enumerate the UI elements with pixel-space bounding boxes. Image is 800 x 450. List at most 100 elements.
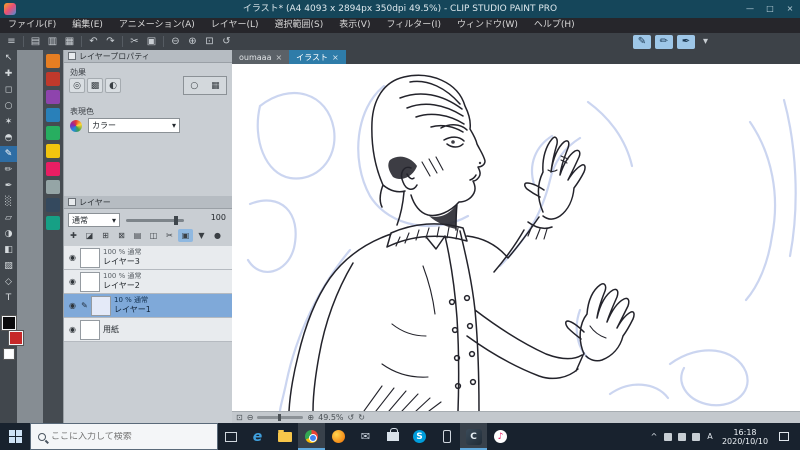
tool-operation-icon[interactable]: ↖ — [0, 50, 17, 66]
snap-button-3[interactable]: ✒ — [677, 34, 695, 49]
open-button[interactable]: ▥ — [44, 33, 61, 50]
effect-border-button[interactable]: ◎ — [69, 78, 85, 93]
visibility-toggle-icon[interactable]: ◉ — [66, 325, 79, 334]
menu-item-help[interactable]: ヘルプ(H) — [526, 18, 583, 33]
layer-row[interactable]: ◉ 100 % 通常 レイヤー3 — [64, 246, 232, 270]
opacity-slider-handle[interactable] — [173, 216, 178, 225]
layer-row-selected[interactable]: ◉ ✎ 10 % 通常 レイヤー1 — [64, 294, 232, 318]
effect-layer-color-button[interactable]: ◐ — [105, 78, 121, 93]
tool-gradient-icon[interactable]: ▨ — [0, 258, 17, 274]
dock-icon-10[interactable] — [46, 216, 60, 230]
layer-cmd-7[interactable]: ✂ — [162, 229, 177, 242]
dock-icon-2[interactable] — [46, 72, 60, 86]
snap-button-1[interactable]: ✎ — [633, 34, 651, 49]
rotate-right-button[interactable]: ↻ — [358, 412, 365, 424]
tool-text-icon[interactable]: T — [0, 290, 17, 306]
save-button[interactable]: ▦ — [61, 33, 78, 50]
layer-row-paper[interactable]: ◉ 用紙 — [64, 318, 232, 342]
undo-button[interactable]: ↶ — [85, 33, 102, 50]
task-view-button[interactable] — [218, 423, 244, 450]
tool-pencil-icon[interactable]: ✏ — [0, 162, 17, 178]
toolbar-overflow-button[interactable]: ▾ — [697, 33, 714, 50]
zoom-out-button[interactable]: ⊖ — [167, 33, 184, 50]
taskbar-icon-music[interactable]: ♪ — [487, 423, 514, 450]
tab-close-icon[interactable]: × — [332, 53, 339, 62]
tool-move-icon[interactable]: ✚ — [0, 66, 17, 82]
taskbar-search[interactable] — [30, 423, 218, 450]
layer-cmd-5[interactable]: ▤ — [130, 229, 145, 242]
menu-item-selection[interactable]: 選択範囲(S) — [267, 18, 332, 33]
tool-fill-icon[interactable]: ◧ — [0, 242, 17, 258]
visibility-toggle-icon[interactable]: ◉ — [66, 277, 79, 286]
menu-item-layer[interactable]: レイヤー(L) — [203, 18, 267, 33]
canvas-page[interactable] — [232, 64, 800, 411]
effect-tone-button[interactable]: ▩ — [87, 78, 103, 93]
dock-icon-4[interactable] — [46, 108, 60, 122]
new-button[interactable]: ▤ — [27, 33, 44, 50]
menu-item-edit[interactable]: 編集(E) — [64, 18, 111, 33]
blend-mode-select[interactable]: 通常 ▾ — [68, 213, 120, 227]
zoom-slider-handle[interactable] — [278, 414, 282, 421]
dock-icon-1[interactable] — [46, 54, 60, 68]
main-menu-button[interactable]: ≡ — [3, 33, 20, 50]
dock-icon-6[interactable] — [46, 144, 60, 158]
layer-cmd-3[interactable]: ⊞ — [98, 229, 113, 242]
rotate-left-button[interactable]: ↺ — [348, 412, 355, 424]
main-color-swatch[interactable] — [2, 316, 16, 330]
menu-item-filter[interactable]: フィルター(I) — [378, 18, 449, 33]
menu-item-window[interactable]: ウィンドウ(W) — [449, 18, 526, 33]
redo-button[interactable]: ↷ — [102, 33, 119, 50]
dock-icon-9[interactable] — [46, 198, 60, 212]
dock-icon-5[interactable] — [46, 126, 60, 140]
dock-icon-8[interactable] — [46, 180, 60, 194]
volume-icon[interactable] — [678, 432, 686, 441]
visibility-toggle-icon[interactable]: ◉ — [66, 301, 79, 310]
layer-cmd-6[interactable]: ◫ — [146, 229, 161, 242]
start-button[interactable] — [0, 423, 30, 450]
tool-blend-icon[interactable]: ◑ — [0, 226, 17, 242]
menu-item-file[interactable]: ファイル(F) — [0, 18, 64, 33]
taskbar-icon-chrome[interactable] — [298, 423, 325, 450]
canvas-tab-2[interactable]: イラスト × — [289, 50, 346, 64]
network-icon[interactable] — [664, 432, 672, 441]
tool-marquee-icon[interactable]: ◻ — [0, 82, 17, 98]
canvas-tab-1[interactable]: oumaaa × — [232, 50, 290, 64]
dock-icon-3[interactable] — [46, 90, 60, 104]
expression-color-select[interactable]: カラー ▾ — [88, 118, 180, 133]
taskbar-icon-skype[interactable]: S — [406, 423, 433, 450]
maximize-button[interactable]: □ — [760, 0, 780, 18]
layer-row[interactable]: ◉ 100 % 通常 レイヤー2 — [64, 270, 232, 294]
snap-button-2[interactable]: ✏ — [655, 34, 673, 49]
tool-lasso-icon[interactable]: ○ — [0, 98, 17, 114]
taskbar-icon-phone[interactable] — [433, 423, 460, 450]
zoom-slider[interactable] — [257, 414, 304, 421]
battery-icon[interactable] — [692, 432, 700, 441]
tab-close-icon[interactable]: × — [275, 53, 282, 62]
tray-expand-button[interactable]: ^ — [647, 432, 661, 441]
tool-eyedropper-icon[interactable]: ◓ — [0, 130, 17, 146]
action-center-button[interactable] — [773, 432, 795, 441]
layer-cmd-9[interactable]: ▼ — [194, 229, 209, 242]
taskbar-icon-edge[interactable]: e — [244, 423, 271, 450]
close-button[interactable]: × — [780, 0, 800, 18]
taskbar-icon-explorer[interactable] — [271, 423, 298, 450]
tool-pen-icon[interactable]: ✎ — [0, 146, 17, 162]
zoom-in-button[interactable]: ⊕ — [184, 33, 201, 50]
taskbar-icon-store[interactable] — [379, 423, 406, 450]
transparent-color-swatch[interactable] — [4, 349, 14, 359]
menu-item-view[interactable]: 表示(V) — [331, 18, 378, 33]
dock-icon-7[interactable] — [46, 162, 60, 176]
layer-cmd-1[interactable]: ✚ — [66, 229, 81, 242]
paste-button[interactable]: ▣ — [143, 33, 160, 50]
tool-airbrush-icon[interactable]: ░ — [0, 194, 17, 210]
taskbar-icon-firefox[interactable] — [325, 423, 352, 450]
tool-brush-icon[interactable]: ✒ — [0, 178, 17, 194]
layer-cmd-2[interactable]: ◪ — [82, 229, 97, 242]
opacity-slider[interactable] — [126, 216, 184, 225]
effect-extra-button-2[interactable]: ▦ — [211, 81, 220, 91]
taskbar-icon-mail[interactable]: ✉ — [352, 423, 379, 450]
layer-cmd-4[interactable]: ⊠ — [114, 229, 129, 242]
zoom-in-button[interactable]: ⊕ — [307, 412, 314, 424]
fit-screen-button[interactable]: ⊡ — [201, 33, 218, 50]
cut-button[interactable]: ✂ — [126, 33, 143, 50]
